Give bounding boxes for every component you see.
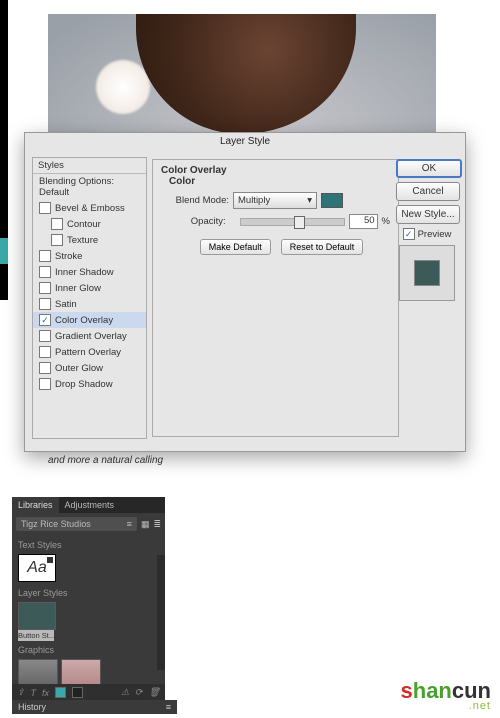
graphic-thumb[interactable] <box>61 659 101 686</box>
style-checkbox[interactable] <box>39 378 51 390</box>
opacity-input[interactable]: 50 <box>349 214 377 229</box>
styles-header[interactable]: Styles <box>33 158 146 174</box>
preview-label: Preview <box>418 229 452 240</box>
link-icon[interactable]: ⇪ <box>17 687 25 698</box>
blending-options[interactable]: Blending Options: Default <box>33 174 146 200</box>
style-item[interactable]: Inner Glow <box>33 280 146 296</box>
style-item[interactable]: Satin <box>33 296 146 312</box>
fx-icon[interactable]: fx <box>42 688 49 698</box>
style-label: Stroke <box>55 251 82 262</box>
style-item[interactable]: Pattern Overlay <box>33 344 146 360</box>
style-checkbox[interactable] <box>39 330 51 342</box>
style-checkbox[interactable] <box>51 234 63 246</box>
style-checkbox[interactable] <box>39 202 51 214</box>
style-item[interactable]: Stroke <box>33 248 146 264</box>
side-accent <box>0 238 8 264</box>
layer-style-dialog: Layer Style Styles Blending Options: Def… <box>24 132 466 452</box>
canvas-photo <box>48 14 436 134</box>
overlay-color-swatch[interactable] <box>321 193 343 208</box>
text-style-item[interactable]: Aa <box>18 554 56 582</box>
cloud-icon[interactable]: ⟳ <box>135 687 143 698</box>
style-checkbox[interactable] <box>51 218 63 230</box>
style-label: Drop Shadow <box>55 379 113 390</box>
history-panel-header[interactable]: History≡ <box>12 700 177 714</box>
trash-icon[interactable]: 🗑 <box>149 687 160 698</box>
style-checkbox[interactable] <box>39 250 51 262</box>
caption-text: and more a natural calling <box>48 455 163 466</box>
list-view-icon[interactable]: ≣ <box>153 519 161 530</box>
style-checkbox[interactable] <box>39 282 51 294</box>
styles-list: Styles Blending Options: Default Bevel &… <box>32 157 147 439</box>
tab-libraries[interactable]: Libraries <box>12 497 59 513</box>
style-label: Contour <box>67 219 101 230</box>
new-style-button[interactable]: New Style... <box>396 205 460 224</box>
color-swatch-icon[interactable] <box>55 687 66 698</box>
grid-view-icon[interactable]: ▦ <box>141 519 150 530</box>
style-label: Bevel & Emboss <box>55 203 125 214</box>
style-label: Satin <box>55 299 77 310</box>
blend-mode-select[interactable]: Multiply▾ <box>233 192 317 209</box>
style-label: Outer Glow <box>55 363 103 374</box>
style-item[interactable]: Bevel & Emboss <box>33 200 146 216</box>
style-label: Pattern Overlay <box>55 347 121 358</box>
chevron-down-icon: ≡ <box>127 519 132 529</box>
style-item[interactable]: Texture <box>33 232 146 248</box>
style-checkbox[interactable] <box>39 266 51 278</box>
blend-mode-label: Blend Mode: <box>173 195 229 206</box>
style-item[interactable]: Inner Shadow <box>33 264 146 280</box>
section-graphics: Graphics <box>18 645 159 655</box>
effect-settings: Color Overlay Color Blend Mode: Multiply… <box>152 159 399 437</box>
watermark-logo: shancun .net <box>401 678 492 712</box>
effect-title: Color Overlay <box>161 165 390 176</box>
preview-box <box>399 245 455 301</box>
style-label: Inner Shadow <box>55 267 114 278</box>
style-item[interactable]: Gradient Overlay <box>33 328 146 344</box>
style-item[interactable]: Drop Shadow <box>33 376 146 392</box>
opacity-slider[interactable] <box>240 218 345 226</box>
style-label: Color Overlay <box>55 315 113 326</box>
style-checkbox[interactable] <box>39 362 51 374</box>
type-icon[interactable]: T <box>31 688 37 698</box>
cancel-button[interactable]: Cancel <box>396 182 460 201</box>
style-label: Texture <box>67 235 98 246</box>
section-layer-styles: Layer Styles <box>18 588 159 598</box>
warning-icon[interactable]: ⚠ <box>121 687 129 698</box>
libraries-panel: Libraries Adjustments Tigz Rice Studios≡… <box>12 497 165 701</box>
panel-menu-icon[interactable]: ≡ <box>166 702 171 712</box>
layer-style-item[interactable]: Button St... <box>18 602 54 641</box>
color-swatch-icon[interactable] <box>72 687 83 698</box>
opacity-label: Opacity: <box>173 216 226 227</box>
dialog-title: Layer Style <box>25 133 465 150</box>
style-item[interactable]: Outer Glow <box>33 360 146 376</box>
library-dropdown[interactable]: Tigz Rice Studios≡ <box>16 517 137 531</box>
style-checkbox[interactable] <box>39 346 51 358</box>
opacity-unit: % <box>382 216 390 227</box>
style-label: Inner Glow <box>55 283 101 294</box>
preview-checkbox[interactable]: ✓ <box>403 228 415 240</box>
effect-subtitle: Color <box>169 176 390 187</box>
reset-default-button[interactable]: Reset to Default <box>281 239 364 255</box>
graphic-thumb[interactable] <box>18 659 58 686</box>
make-default-button[interactable]: Make Default <box>200 239 271 255</box>
style-label: Gradient Overlay <box>55 331 127 342</box>
style-item[interactable]: Contour <box>33 216 146 232</box>
tab-adjustments[interactable]: Adjustments <box>59 497 121 513</box>
chevron-down-icon: ▾ <box>307 195 312 206</box>
scrollbar[interactable] <box>157 555 165 670</box>
section-text-styles: Text Styles <box>18 540 159 550</box>
ok-button[interactable]: OK <box>396 159 462 178</box>
style-checkbox[interactable]: ✓ <box>39 314 51 326</box>
slider-thumb[interactable] <box>294 216 305 229</box>
style-item[interactable]: ✓ Color Overlay <box>33 312 146 328</box>
style-checkbox[interactable] <box>39 298 51 310</box>
